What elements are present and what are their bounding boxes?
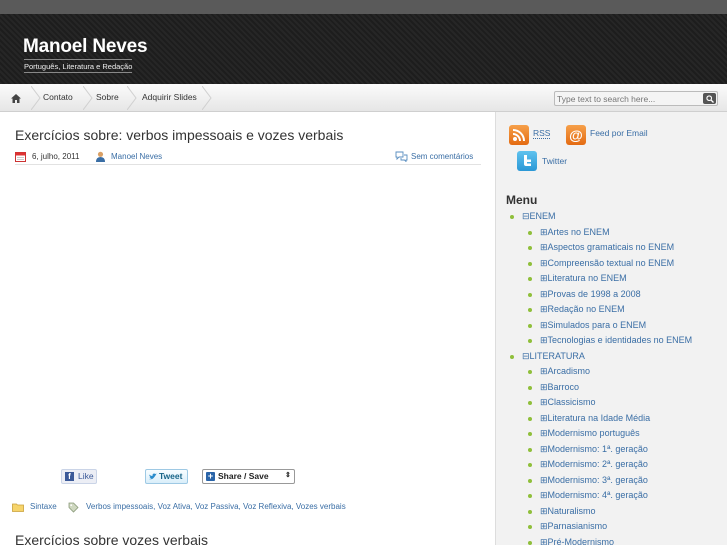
folder-icon	[12, 503, 24, 512]
post-category-link[interactable]: Sintaxe	[30, 502, 57, 511]
site-title[interactable]: Manoel Neves	[23, 36, 148, 58]
twitter-link[interactable]: Twitter	[542, 156, 567, 166]
menu-bullet	[528, 308, 532, 312]
menu-bullet	[510, 354, 514, 359]
dropdown-arrows-icon: ⇕	[285, 472, 291, 479]
user-icon	[96, 151, 105, 162]
post-author-link[interactable]: Manoel Neves	[111, 152, 162, 161]
search-button[interactable]	[703, 93, 716, 104]
facebook-icon: f	[65, 472, 74, 481]
menu-subitem[interactable]: ⊞Redação no ENEM	[540, 304, 625, 315]
menu-subitem[interactable]: ⊞Pré-Modernismo	[540, 537, 614, 545]
menu-subitem[interactable]: ⊞Parnasianismo	[540, 521, 607, 532]
menu-bullet	[528, 540, 532, 545]
menu-subitem[interactable]: ⊞Modernismo: 1ª. geração	[540, 444, 648, 455]
menu-subitem[interactable]: ⊞Modernismo: 4ª. geração	[540, 490, 648, 501]
menu-subitem[interactable]: ⊞Artes no ENEM	[540, 227, 610, 238]
menu-bullet	[510, 215, 514, 219]
next-post-title[interactable]: Exercícios sobre vozes verbais	[15, 532, 208, 545]
menu-subitem[interactable]: ⊞Tecnologias e identidades no ENEM	[540, 335, 692, 346]
post-tags-links[interactable]: Verbos impessoais, Voz Ativa, Voz Passiv…	[86, 502, 346, 511]
share-save-label: Share / Save	[218, 471, 269, 481]
comment-icon	[395, 151, 408, 162]
home-button[interactable]	[0, 84, 32, 112]
nav-item-sobre[interactable]: Sobre	[96, 84, 119, 112]
facebook-like-button[interactable]: f Like	[61, 469, 97, 484]
rss-link[interactable]: RSS	[533, 128, 551, 139]
post-comments-link[interactable]: Sem comentários	[411, 152, 473, 161]
email-icon[interactable]: @	[566, 125, 586, 145]
nav-item-adquirir-slides[interactable]: Adquirir Slides	[142, 84, 197, 112]
menu-bullet	[528, 323, 532, 328]
menu-bullet	[528, 370, 532, 374]
top-strip	[0, 0, 727, 14]
tweet-label: Tweet	[159, 471, 183, 481]
search-input[interactable]	[557, 92, 697, 105]
calendar-icon	[15, 152, 26, 162]
menu-subitem[interactable]: ⊞Modernismo português	[540, 428, 640, 439]
tweet-button[interactable]: Tweet	[145, 469, 188, 484]
search-box	[554, 91, 718, 106]
search-icon	[705, 94, 714, 103]
nav-separator	[202, 86, 212, 110]
share-save-button[interactable]: + Share / Save ⇕	[202, 469, 295, 484]
menu-subitem[interactable]: ⊞Modernismo: 2ª. geração	[540, 459, 648, 470]
menu-bullet	[528, 401, 532, 405]
menu-subitem[interactable]: ⊞Compreensão textual no ENEM	[540, 258, 674, 269]
post-meta: 6, julho, 2011 Manoel Neves Sem comentár…	[15, 149, 481, 165]
plus-icon: +	[206, 471, 215, 481]
menu-bullet	[528, 246, 532, 250]
menu-subitem[interactable]: ⊞Aspectos gramaticais no ENEM	[540, 242, 674, 253]
menu-bullet	[528, 478, 532, 483]
menu-subitem[interactable]: ⊞Literatura na Idade Média	[540, 413, 650, 424]
site-header: Manoel Neves Português, Literatura e Red…	[0, 14, 727, 84]
menu-subitem[interactable]: ⊞Barroco	[540, 382, 579, 393]
twitter-bird-icon	[149, 473, 157, 480]
menu-bullet	[528, 447, 532, 452]
menu-category[interactable]: ⊟LITERATURA	[522, 351, 585, 362]
menu-subitem[interactable]: ⊞Naturalismo	[540, 506, 596, 517]
menu-bullet	[528, 494, 532, 498]
menu-subitem[interactable]: ⊞Simulados para o ENEM	[540, 320, 646, 331]
twitter-icon[interactable]	[517, 151, 537, 171]
menu-bullet	[528, 525, 532, 529]
menu-title: Menu	[506, 193, 538, 207]
menu-bullet	[528, 261, 532, 266]
menu-bullet	[528, 292, 532, 297]
menu-subitem[interactable]: ⊞Modernismo: 3ª. geração	[540, 475, 648, 486]
nav-item-contato[interactable]: Contato	[43, 84, 73, 112]
menu-subitem[interactable]: ⊞Literatura no ENEM	[540, 273, 627, 284]
post-date: 6, julho, 2011	[32, 152, 80, 161]
site-description: Português, Literatura e Redação	[24, 59, 133, 73]
menu-bullet	[528, 432, 532, 436]
menu-subitem[interactable]: ⊞Arcadismo	[540, 366, 590, 377]
menu-subitem[interactable]: ⊞Provas de 1998 a 2008	[540, 289, 641, 300]
nav-separator	[31, 86, 41, 110]
menu-category[interactable]: ⊟ENEM	[522, 211, 556, 222]
menu-bullet	[528, 416, 532, 421]
tag-icon	[68, 502, 79, 513]
facebook-like-label: Like	[78, 471, 94, 481]
menu-bullet	[528, 277, 532, 281]
rss-icon[interactable]	[509, 125, 529, 145]
feed-email-link[interactable]: Feed por Email	[590, 128, 648, 138]
home-icon	[11, 93, 21, 103]
nav-separator	[83, 86, 93, 110]
menu-bullet	[528, 385, 532, 390]
menu-bullet	[528, 463, 532, 467]
post-title[interactable]: Exercícios sobre: verbos impessoais e vo…	[15, 127, 343, 143]
nav-separator	[127, 86, 137, 110]
menu-subitem[interactable]: ⊞Classicismo	[540, 397, 596, 408]
menu-bullet	[528, 339, 532, 343]
menu-bullet	[528, 509, 532, 514]
menu-bullet	[528, 230, 532, 235]
